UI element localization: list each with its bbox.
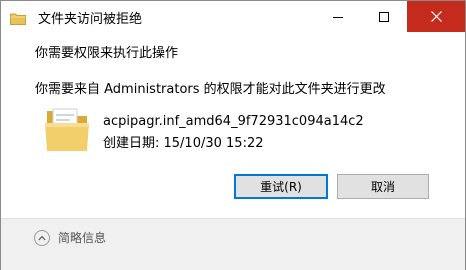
access-denied-dialog: 文件夹访问被拒绝 你需要权限来执行此操作 你需要来自 Administrator… — [0, 0, 466, 270]
dialog-heading: 你需要权限来执行此操作 — [35, 46, 179, 61]
title-bar[interactable]: 文件夹访问被拒绝 — [1, 1, 465, 32]
maximize-button[interactable] — [361, 1, 407, 32]
maximize-icon — [379, 7, 389, 26]
dialog-footer: 简略信息 — [1, 218, 465, 270]
folder-shield-icon — [10, 10, 26, 25]
close-button[interactable] — [407, 1, 465, 32]
minimize-icon — [333, 7, 343, 26]
close-icon — [430, 7, 442, 26]
item-name: acpipagr.inf_amd64_9f72931c094a14c2 — [103, 114, 364, 129]
minimize-button[interactable] — [315, 1, 361, 32]
chevron-up-icon — [34, 229, 50, 246]
window-title: 文件夹访问被拒绝 — [38, 12, 143, 27]
item-created-date: 创建日期: 15/10/30 15:22 — [103, 136, 264, 151]
details-toggle[interactable]: 简略信息 — [34, 229, 106, 246]
retry-button[interactable]: 重试(R) — [234, 174, 328, 199]
dialog-message: 你需要来自 Administrators 的权限才能对此文件夹进行更改 — [35, 82, 386, 97]
folder-icon — [43, 103, 91, 155]
cancel-button[interactable]: 取消 — [337, 174, 429, 199]
details-label: 简略信息 — [58, 231, 107, 245]
